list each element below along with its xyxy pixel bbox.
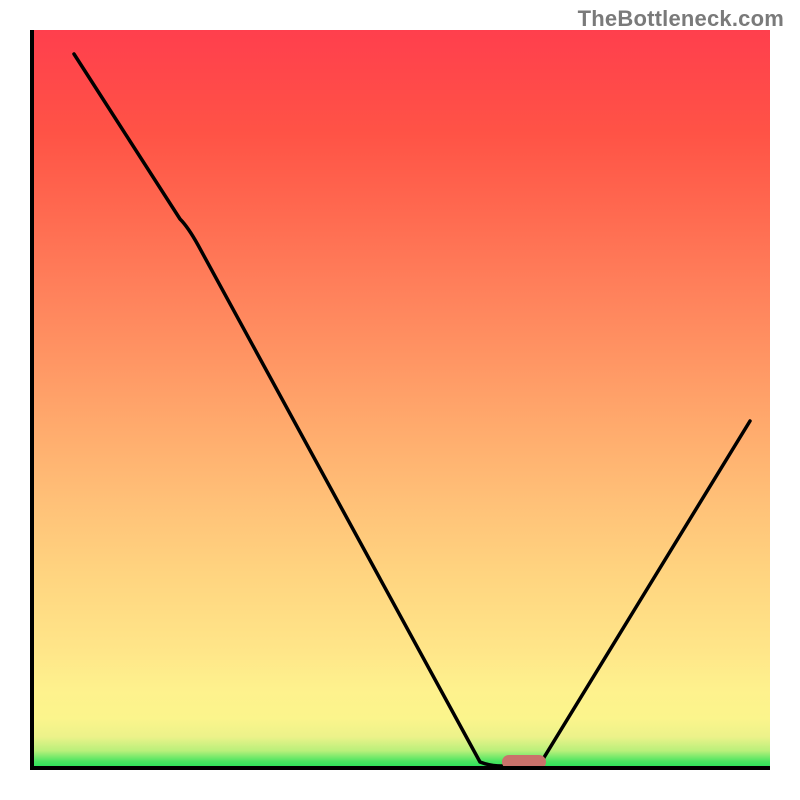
x-axis: [30, 766, 770, 770]
watermark-label: TheBottleneck.com: [578, 6, 784, 32]
bottleneck-curve: [30, 30, 770, 770]
chart-container: TheBottleneck.com: [0, 0, 800, 800]
plot-area: [30, 30, 770, 770]
y-axis: [30, 30, 34, 770]
